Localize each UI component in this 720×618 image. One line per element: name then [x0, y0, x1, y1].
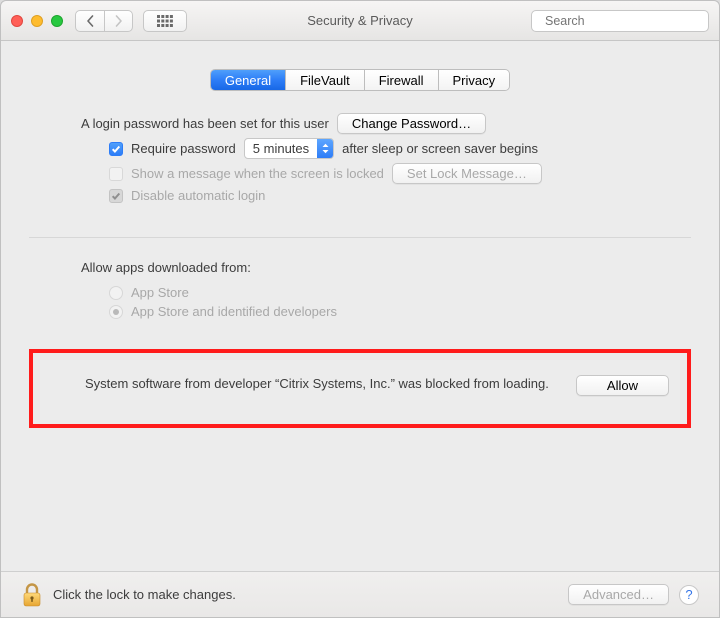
radio-identified-label: App Store and identified developers — [131, 304, 337, 319]
show-message-row: Show a message when the screen is locked… — [109, 163, 649, 184]
require-password-delay-value: 5 minutes — [245, 141, 317, 156]
set-lock-message-button: Set Lock Message… — [392, 163, 542, 184]
change-password-button[interactable]: Change Password… — [337, 113, 486, 134]
window-controls — [11, 15, 63, 27]
tab-privacy[interactable]: Privacy — [438, 70, 510, 90]
minimize-window-button[interactable] — [31, 15, 43, 27]
require-password-checkbox[interactable] — [109, 142, 123, 156]
checkmark-icon — [111, 191, 121, 201]
forward-button[interactable] — [104, 11, 132, 31]
search-input[interactable] — [543, 13, 708, 29]
tab-firewall[interactable]: Firewall — [364, 70, 438, 90]
nav-back-forward — [75, 10, 133, 32]
titlebar: Security & Privacy — [1, 1, 719, 41]
blocked-software-message: System software from developer “Citrix S… — [85, 375, 560, 394]
grid-icon — [157, 15, 173, 27]
close-window-button[interactable] — [11, 15, 23, 27]
show-message-checkbox — [109, 167, 123, 181]
radio-appstore-label: App Store — [131, 285, 189, 300]
allow-apps-heading-row: Allow apps downloaded from: — [81, 260, 649, 275]
search-field[interactable] — [531, 10, 709, 32]
divider — [29, 237, 691, 238]
allow-apps-heading: Allow apps downloaded from: — [81, 260, 251, 275]
radio-identified — [109, 305, 123, 319]
show-message-label: Show a message when the screen is locked — [131, 166, 384, 181]
allow-blocked-button[interactable]: Allow — [576, 375, 669, 396]
tab-filevault[interactable]: FileVault — [285, 70, 364, 90]
require-password-label: Require password — [131, 141, 236, 156]
blocked-software-callout: System software from developer “Citrix S… — [29, 349, 691, 428]
require-password-row: Require password 5 minutes after sleep o… — [109, 138, 649, 159]
lock-icon[interactable] — [21, 582, 43, 608]
disable-auto-login-row: Disable automatic login — [109, 188, 649, 203]
login-password-label: A login password has been set for this u… — [81, 116, 329, 131]
help-button[interactable]: ? — [679, 585, 699, 605]
back-button[interactable] — [76, 11, 104, 31]
require-password-suffix: after sleep or screen saver begins — [342, 141, 538, 156]
show-all-prefs-button[interactable] — [143, 10, 187, 32]
tabs: General FileVault Firewall Privacy — [1, 69, 719, 91]
advanced-button: Advanced… — [568, 584, 669, 605]
radio-appstore — [109, 286, 123, 300]
tab-general[interactable]: General — [211, 70, 285, 90]
allow-apps-option-appstore: App Store — [109, 285, 649, 300]
system-preferences-window: Security & Privacy General FileVault Fir… — [0, 0, 720, 618]
require-password-delay-popup[interactable]: 5 minutes — [244, 138, 334, 159]
radio-dot-icon — [113, 309, 119, 315]
allow-apps-option-identified: App Store and identified developers — [109, 304, 649, 319]
footer: Click the lock to make changes. Advanced… — [1, 571, 719, 617]
disable-auto-login-label: Disable automatic login — [131, 188, 265, 203]
checkmark-icon — [111, 144, 121, 154]
login-password-row: A login password has been set for this u… — [81, 113, 649, 134]
lock-hint-label: Click the lock to make changes. — [53, 587, 236, 602]
popup-arrows-icon — [317, 139, 333, 158]
zoom-window-button[interactable] — [51, 15, 63, 27]
disable-auto-login-checkbox — [109, 189, 123, 203]
content-area: General FileVault Firewall Privacy A log… — [1, 41, 719, 617]
